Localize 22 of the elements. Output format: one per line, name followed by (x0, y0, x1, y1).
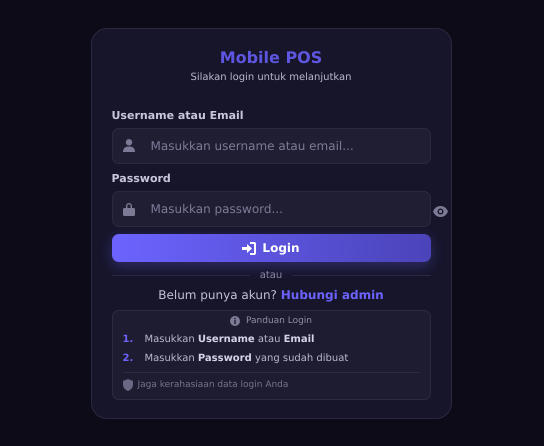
step-number: 1. (122, 334, 134, 345)
field-label: Password (112, 172, 171, 185)
field-label: Username atau Email (112, 109, 244, 122)
shield-icon (122, 379, 132, 391)
login-icon (242, 242, 256, 254)
step-number: 2. (122, 353, 134, 364)
guide-title: Panduan Login (246, 316, 312, 326)
signup-text: Belum punya akun? (158, 288, 278, 302)
step-text: Masukkan Password yang sudah dibuat (144, 353, 348, 364)
login-button[interactable]: Login (112, 234, 430, 262)
divider-text: atau (260, 270, 282, 281)
subtitle: Silakan login untuk melanjutkan (190, 72, 352, 83)
security-note: Jaga kerahasiaan data login Anda (138, 380, 288, 390)
step-text: Masukkan Username atau Email (144, 334, 314, 345)
contact-admin-link[interactable]: Hubungi admin (280, 288, 384, 302)
username-field[interactable]: Masukkan username atau email... (112, 128, 430, 164)
lock-icon (122, 202, 134, 216)
eye-icon[interactable] (432, 206, 448, 217)
info-icon (230, 316, 240, 326)
password-field[interactable]: Masukkan password... (112, 191, 430, 227)
app-title: Mobile POS (220, 48, 322, 67)
user-icon (122, 139, 134, 152)
